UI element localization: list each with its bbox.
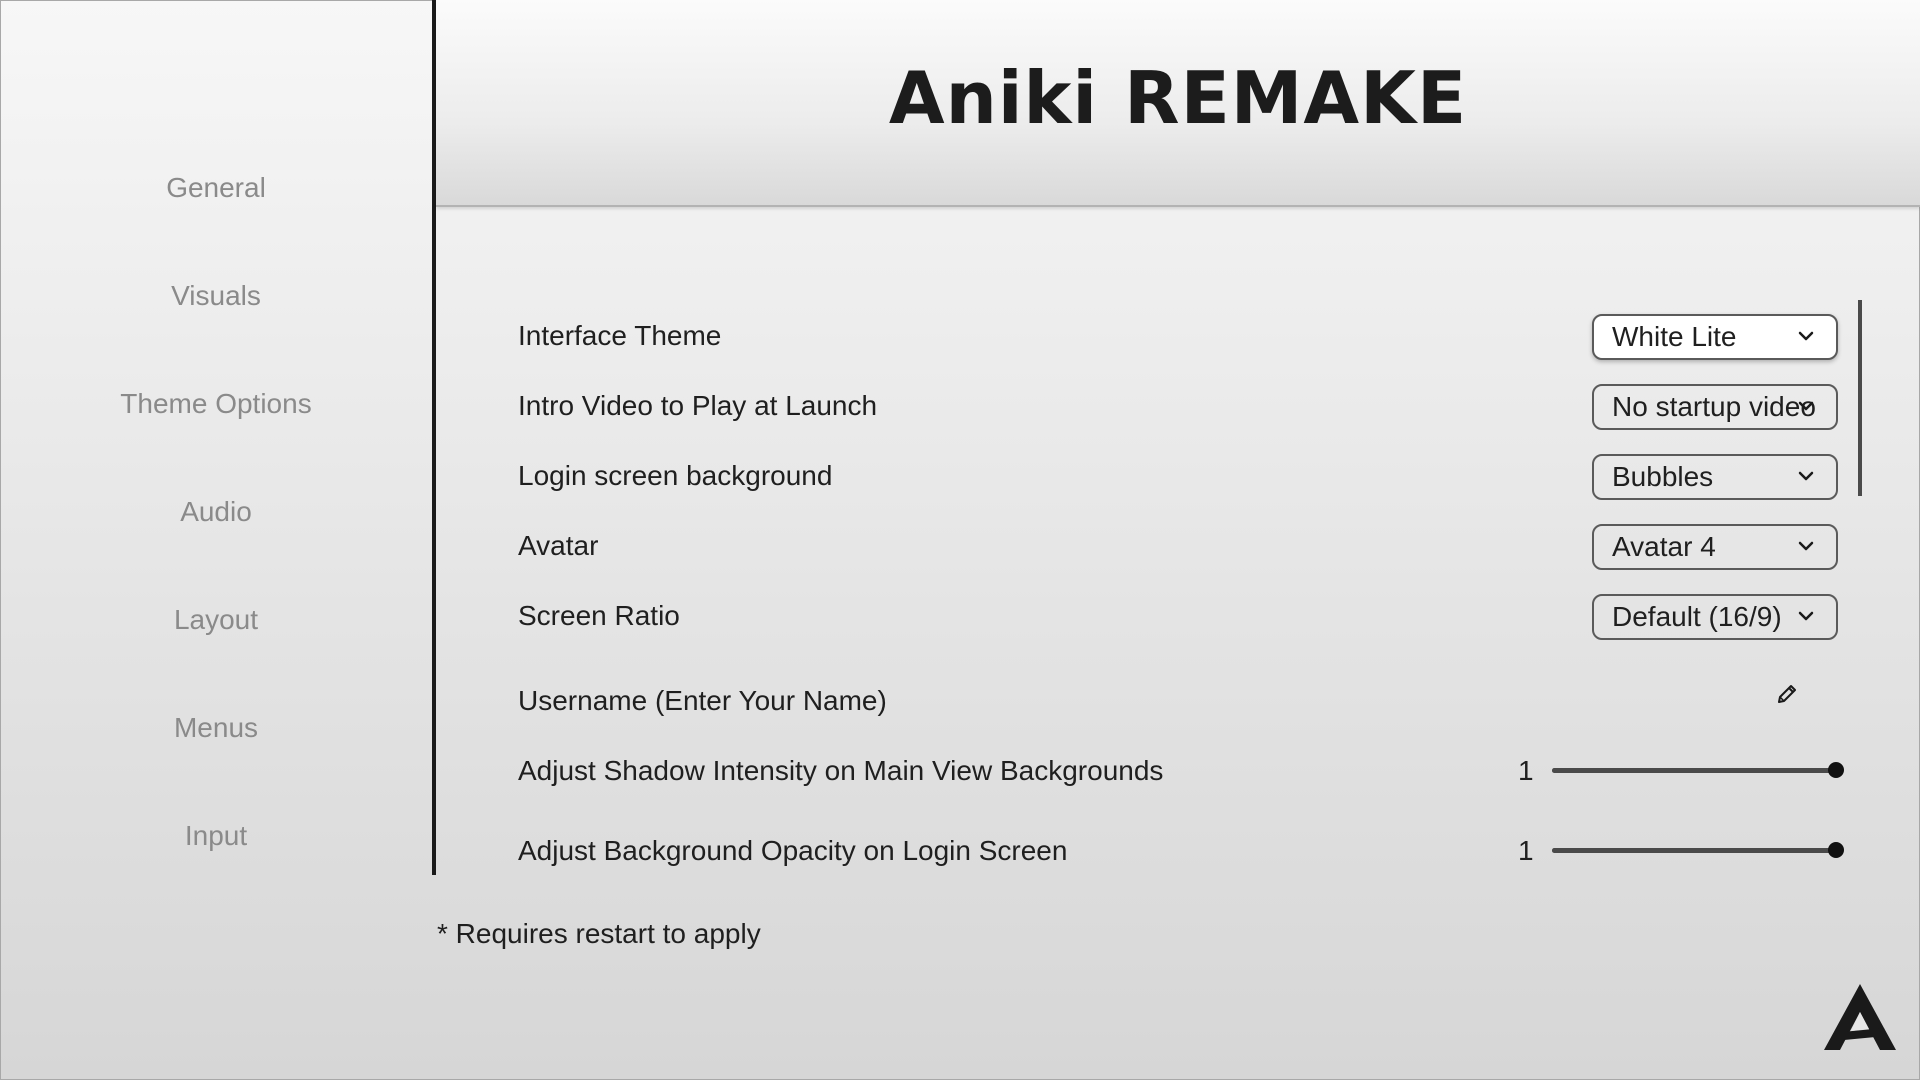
sidebar-item-visuals[interactable]: Visuals bbox=[0, 276, 432, 316]
interface-theme-value: White Lite bbox=[1612, 321, 1737, 352]
sidebar: General Visuals Theme Options Audio Layo… bbox=[0, 0, 436, 875]
avatar-value: Avatar 4 bbox=[1612, 531, 1716, 562]
sidebar-item-theme-options[interactable]: Theme Options bbox=[0, 384, 432, 424]
shadow-intensity-fill bbox=[1552, 768, 1836, 773]
page-title: Aniki REMAKE bbox=[888, 56, 1468, 140]
chevron-down-icon bbox=[1798, 331, 1814, 341]
background-opacity-knob[interactable] bbox=[1828, 842, 1844, 858]
login-background-value: Bubbles bbox=[1612, 461, 1714, 492]
background-opacity-value: 1 bbox=[1518, 835, 1534, 866]
screen-ratio-value: Default (16/9) bbox=[1612, 601, 1782, 632]
sidebar-item-audio[interactable]: Audio bbox=[0, 492, 432, 532]
avatar-dropdown[interactable]: Avatar 4 bbox=[1592, 524, 1838, 570]
background-opacity-slider[interactable] bbox=[1552, 842, 1844, 858]
aniki-logo-icon bbox=[1824, 984, 1896, 1050]
pencil-icon[interactable] bbox=[1776, 683, 1798, 705]
login-background-dropdown[interactable]: Bubbles bbox=[1592, 454, 1838, 500]
shadow-intensity-knob[interactable] bbox=[1828, 762, 1844, 778]
sidebar-item-general[interactable]: General bbox=[0, 168, 432, 208]
chevron-down-icon bbox=[1798, 611, 1814, 621]
sidebar-item-input[interactable]: Input bbox=[0, 816, 432, 856]
shadow-intensity-slider[interactable] bbox=[1552, 762, 1844, 778]
login-background-label: Login screen background bbox=[518, 460, 833, 491]
interface-theme-dropdown[interactable]: White Lite bbox=[1592, 314, 1838, 360]
chevron-down-icon bbox=[1798, 541, 1814, 551]
sidebar-item-layout[interactable]: Layout bbox=[0, 600, 432, 640]
scrollbar[interactable] bbox=[1858, 300, 1862, 496]
screen-ratio-dropdown[interactable]: Default (16/9) bbox=[1592, 594, 1838, 640]
chevron-down-icon bbox=[1798, 401, 1814, 411]
restart-footnote: * Requires restart to apply bbox=[437, 918, 761, 949]
header: Aniki REMAKE bbox=[436, 0, 1920, 207]
interface-theme-label: Interface Theme bbox=[518, 320, 722, 351]
chevron-down-icon bbox=[1798, 471, 1814, 481]
intro-video-value: No startup video bbox=[1612, 391, 1816, 422]
username-label: Username (Enter Your Name) bbox=[518, 685, 887, 716]
screen-ratio-label: Screen Ratio bbox=[518, 600, 680, 631]
background-opacity-label: Adjust Background Opacity on Login Scree… bbox=[518, 835, 1068, 866]
background-opacity-fill bbox=[1552, 848, 1836, 853]
shadow-intensity-label: Adjust Shadow Intensity on Main View Bac… bbox=[518, 755, 1164, 786]
shadow-intensity-value: 1 bbox=[1518, 755, 1534, 786]
avatar-label: Avatar bbox=[518, 530, 599, 561]
intro-video-dropdown[interactable]: No startup video bbox=[1592, 384, 1838, 430]
sidebar-item-menus[interactable]: Menus bbox=[0, 708, 432, 748]
intro-video-label: Intro Video to Play at Launch bbox=[518, 390, 878, 421]
